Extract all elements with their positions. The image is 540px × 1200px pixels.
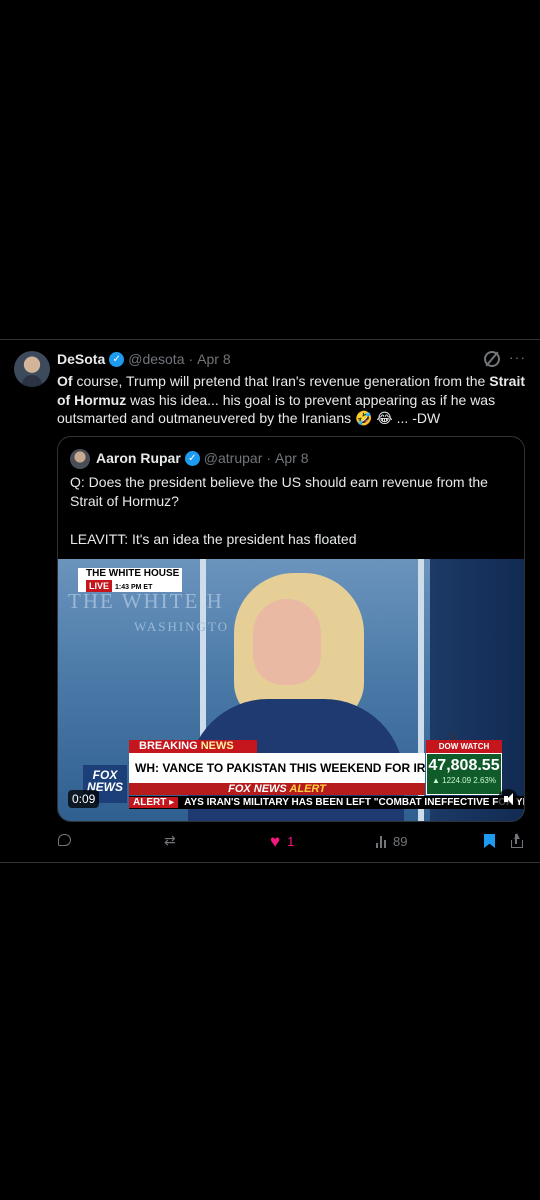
speaker-face (253, 599, 321, 685)
view-count: 89 (393, 834, 408, 849)
author-name[interactable]: DeSota (57, 351, 105, 367)
tweet-text-bold-start: Of (57, 373, 73, 389)
quote-text-line: LEAVITT: It's an idea the president has … (70, 531, 357, 547)
white-house-label: THE WHITE HOUSE (86, 568, 180, 579)
tweet[interactable]: DeSota ✓ @desota · Apr 8 ··· Of course, … (0, 340, 540, 862)
more-icon[interactable]: ··· (509, 349, 526, 365)
dow-watch-label: DOW WATCH (426, 740, 502, 753)
video-player[interactable]: THE WHITE H WASHINGTO THE WHITE HOUSE LI… (58, 559, 524, 821)
share-button[interactable]: ▲ (510, 832, 524, 848)
volume-icon[interactable] (498, 789, 518, 809)
quote-author-name: Aaron Rupar (96, 450, 181, 466)
live-time: 1:43 PM ET (115, 584, 153, 591)
views-icon (376, 835, 386, 848)
quote-date: Apr 8 (275, 450, 309, 466)
like-button[interactable]: ♥ 1 (270, 831, 295, 851)
separator: · (266, 450, 272, 466)
tweet-actions: ⇄ ♥ 1 89 ▲ (0, 831, 540, 856)
quote-text: Q: Does the president believe the US sho… (70, 473, 510, 549)
breaking-label-a: BREAKING (139, 740, 198, 752)
quote-text-line: Q: Does the president believe the US sho… (70, 474, 488, 509)
avatar[interactable] (14, 351, 50, 387)
share-icon: ▲ (510, 832, 524, 848)
breaking-news-label: BREAKING NEWS (129, 740, 257, 753)
bottom-divider (0, 862, 540, 863)
breaking-label-b: NEWS (200, 740, 234, 752)
quote-header: Aaron Rupar ✓ @atrupar · Apr 8 (96, 450, 309, 466)
dow-change: ▲ 1224.09 2.63% (432, 776, 496, 785)
news-ticker: ALERT ▸ AYS IRAN'S MILITARY HAS BEEN LEFT… (129, 796, 524, 809)
grok-icon[interactable] (484, 351, 500, 367)
fox-news-alert: FOX NEWS ALERT (129, 783, 425, 795)
bookmark-button[interactable] (484, 834, 495, 848)
reply-button[interactable] (58, 834, 71, 846)
separator: · (188, 351, 194, 367)
tweet-date[interactable]: Apr 8 (197, 351, 230, 367)
retweet-button[interactable]: ⇄ (164, 832, 178, 848)
tweet-text-part: course, Trump will pretend that Iran's r… (72, 373, 490, 389)
quote-author-handle: @atrupar (203, 450, 263, 466)
alert-word: ALERT (289, 783, 326, 795)
video-duration: 0:09 (68, 790, 100, 808)
wall-subtext: WASHINGTO (134, 619, 230, 634)
tweet-header: DeSota ✓ @desota · Apr 8 (57, 351, 231, 367)
ticker-label: ALERT ▸ (129, 797, 179, 808)
retweet-icon: ⇄ (164, 832, 176, 848)
quoted-tweet[interactable]: Aaron Rupar ✓ @atrupar · Apr 8 Q: Does t… (57, 436, 525, 822)
reply-icon (58, 834, 71, 846)
tweet-text: Of course, Trump will pretend that Iran'… (57, 372, 529, 428)
chyron-headline: WH: VANCE TO PAKISTAN THIS WEEKEND FOR I… (129, 753, 425, 783)
verified-icon: ✓ (184, 450, 200, 466)
bookmark-icon (484, 834, 495, 848)
like-count: 1 (287, 834, 295, 849)
author-handle[interactable]: @desota (128, 351, 184, 367)
live-badge: LIVE (86, 580, 113, 592)
ticker-text: AYS IRAN'S MILITARY HAS BEEN LEFT "COMBA… (184, 797, 524, 808)
alert-brand: FOX NEWS (228, 783, 287, 795)
views-button[interactable]: 89 (376, 834, 407, 849)
heart-icon: ♥ (270, 831, 281, 851)
white-house-tag: THE WHITE HOUSE LIVE 1:43 PM ET (78, 568, 182, 592)
verified-icon: ✓ (109, 351, 125, 367)
quote-avatar[interactable] (70, 449, 90, 469)
dow-value: 47,808.55 (428, 757, 500, 774)
dow-watch-box: 47,808.55 ▲ 1224.09 2.63% (426, 753, 502, 795)
